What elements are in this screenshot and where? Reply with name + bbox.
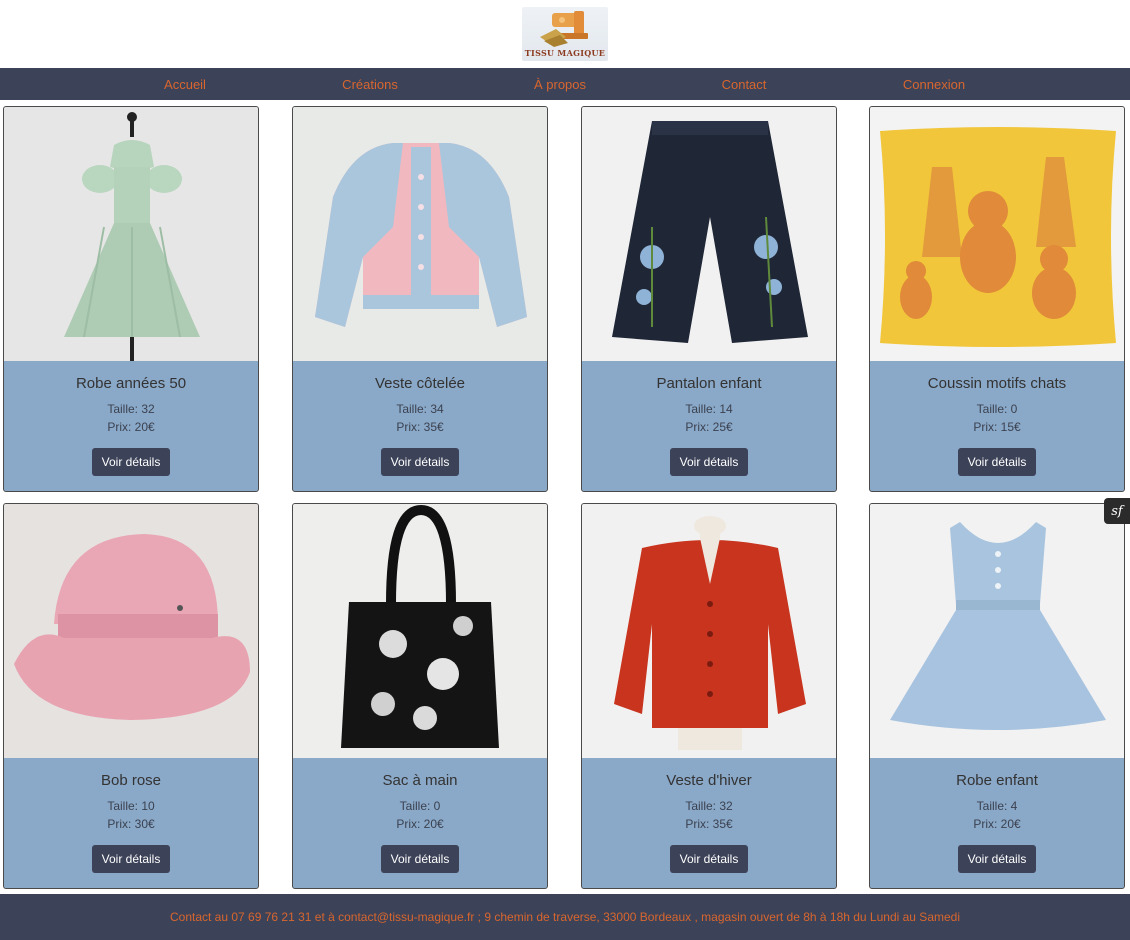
product-card: Coussin motifs chats Taille: 0 Prix: 15€… bbox=[869, 106, 1125, 492]
product-title: Bob rose bbox=[100, 772, 162, 789]
view-details-button[interactable]: Voir détails bbox=[957, 448, 1037, 476]
view-details-button[interactable]: Voir détails bbox=[380, 845, 460, 873]
product-image[interactable] bbox=[582, 107, 836, 361]
site-logo[interactable]: TISSU MAGIQUE bbox=[522, 7, 608, 61]
site-header: TISSU MAGIQUE Accueil Créations À propos… bbox=[0, 0, 1130, 100]
view-details-button[interactable]: Voir détails bbox=[380, 448, 460, 476]
product-size: Taille: 10 bbox=[107, 799, 155, 813]
product-card: Sac à main Taille: 0 Prix: 20€ Voir déta… bbox=[292, 503, 548, 889]
product-title: Robe années 50 bbox=[75, 375, 187, 392]
product-title: Sac à main bbox=[382, 772, 458, 789]
product-card: Veste côtelée Taille: 34 Prix: 35€ Voir … bbox=[292, 106, 548, 492]
product-info: Veste d'hiver Taille: 32 Prix: 35€ Voir … bbox=[582, 772, 836, 873]
logo-container: TISSU MAGIQUE bbox=[0, 0, 1130, 68]
product-info: Robe années 50 Taille: 32 Prix: 20€ Voir… bbox=[4, 375, 258, 476]
product-image[interactable] bbox=[293, 504, 547, 758]
product-info: Sac à main Taille: 0 Prix: 20€ Voir déta… bbox=[293, 772, 547, 873]
product-card: Robe enfant Taille: 4 Prix: 20€ Voir dét… bbox=[869, 503, 1125, 889]
view-details-button[interactable]: Voir détails bbox=[91, 448, 171, 476]
product-grid: Robe années 50 Taille: 32 Prix: 20€ Voir… bbox=[0, 100, 1130, 894]
product-size: Taille: 34 bbox=[396, 402, 444, 416]
nav-contact[interactable]: Contact bbox=[722, 77, 767, 92]
product-image[interactable] bbox=[4, 107, 258, 361]
view-details-button[interactable]: Voir détails bbox=[957, 845, 1037, 873]
product-size: Taille: 32 bbox=[685, 799, 733, 813]
product-title: Robe enfant bbox=[956, 772, 1038, 789]
symfony-icon[interactable]: sf bbox=[1104, 498, 1130, 524]
logo-text: TISSU MAGIQUE bbox=[524, 48, 606, 58]
footer-contact-text: Contact au 07 69 76 21 31 et à contact@t… bbox=[169, 910, 960, 924]
nav-a-propos[interactable]: À propos bbox=[534, 77, 586, 92]
product-info: Robe enfant Taille: 4 Prix: 20€ Voir dét… bbox=[870, 772, 1124, 873]
product-price: Prix: 35€ bbox=[685, 817, 733, 831]
product-price: Prix: 20€ bbox=[973, 817, 1021, 831]
product-size: Taille: 4 bbox=[976, 799, 1018, 813]
product-info: Pantalon enfant Taille: 14 Prix: 25€ Voi… bbox=[582, 375, 836, 476]
product-title: Veste d'hiver bbox=[666, 772, 752, 789]
product-title: Coussin motifs chats bbox=[927, 375, 1067, 392]
product-price: Prix: 20€ bbox=[396, 817, 444, 831]
product-info: Veste côtelée Taille: 34 Prix: 35€ Voir … bbox=[293, 375, 547, 476]
product-price: Prix: 20€ bbox=[107, 420, 155, 434]
nav-creations[interactable]: Créations bbox=[342, 77, 398, 92]
product-price: Prix: 25€ bbox=[685, 420, 733, 434]
product-price: Prix: 30€ bbox=[107, 817, 155, 831]
product-size: Taille: 32 bbox=[107, 402, 155, 416]
view-details-button[interactable]: Voir détails bbox=[91, 845, 171, 873]
product-title: Pantalon enfant bbox=[656, 375, 762, 392]
product-card: Robe années 50 Taille: 32 Prix: 20€ Voir… bbox=[3, 106, 259, 492]
product-price: Prix: 15€ bbox=[973, 420, 1021, 434]
product-image[interactable] bbox=[870, 107, 1124, 361]
product-card: Bob rose Taille: 10 Prix: 30€ Voir détai… bbox=[3, 503, 259, 889]
view-details-button[interactable]: Voir détails bbox=[669, 845, 749, 873]
product-card: Pantalon enfant Taille: 14 Prix: 25€ Voi… bbox=[581, 106, 837, 492]
product-size: Taille: 0 bbox=[399, 799, 441, 813]
nav-accueil[interactable]: Accueil bbox=[164, 77, 206, 92]
product-title: Veste côtelée bbox=[374, 375, 466, 392]
main-nav: Accueil Créations À propos Contact Conne… bbox=[0, 68, 1130, 100]
product-image[interactable] bbox=[870, 504, 1124, 758]
product-image[interactable] bbox=[582, 504, 836, 758]
product-image[interactable] bbox=[4, 504, 258, 758]
product-price: Prix: 35€ bbox=[396, 420, 444, 434]
nav-connexion[interactable]: Connexion bbox=[903, 77, 965, 92]
product-info: Bob rose Taille: 10 Prix: 30€ Voir détai… bbox=[4, 772, 258, 873]
product-card: Veste d'hiver Taille: 32 Prix: 35€ Voir … bbox=[581, 503, 837, 889]
product-image[interactable] bbox=[293, 107, 547, 361]
product-size: Taille: 0 bbox=[976, 402, 1018, 416]
view-details-button[interactable]: Voir détails bbox=[669, 448, 749, 476]
site-footer: Contact au 07 69 76 21 31 et à contact@t… bbox=[0, 894, 1130, 940]
product-size: Taille: 14 bbox=[685, 402, 733, 416]
product-info: Coussin motifs chats Taille: 0 Prix: 15€… bbox=[870, 375, 1124, 476]
